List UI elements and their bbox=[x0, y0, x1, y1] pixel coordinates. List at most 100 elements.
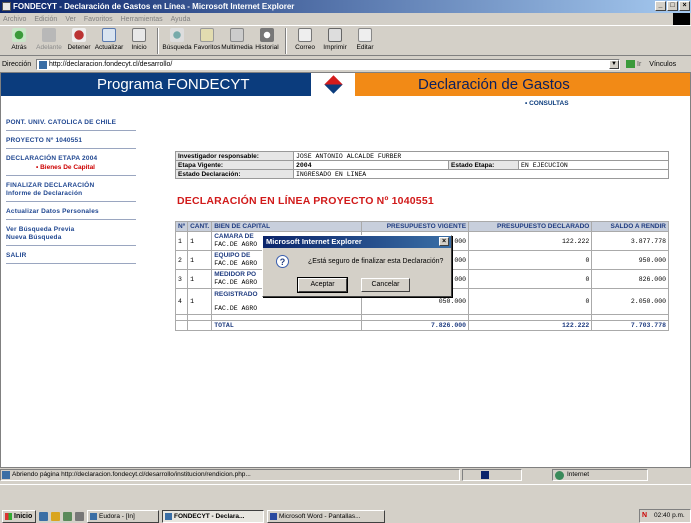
sidebar-item-busqueda-previa[interactable]: Ver Búsqueda Previa bbox=[6, 226, 136, 234]
menu-archivo[interactable]: Archivo bbox=[3, 16, 26, 23]
title-bar: FONDECYT - Declaración de Gastos en Líne… bbox=[0, 0, 691, 13]
sidebar-institution: PONT. UNIV. CATOLICA DE CHILE bbox=[6, 117, 136, 131]
media-button[interactable]: Multimedia bbox=[221, 26, 253, 51]
favorites-icon bbox=[200, 28, 214, 42]
quicklaunch-desktop-icon[interactable] bbox=[63, 511, 72, 521]
sidebar-item-proyecto[interactable]: PROYECTO Nº 1040551 bbox=[6, 135, 136, 149]
sidebar-item-busqueda[interactable]: Ver Búsqueda Previa Nueva Búsqueda bbox=[6, 224, 136, 246]
accept-button[interactable]: Aceptar bbox=[297, 277, 348, 293]
stop-button[interactable]: Detener bbox=[64, 26, 94, 51]
home-icon bbox=[132, 28, 146, 42]
menu-favoritos[interactable]: Favoritos bbox=[84, 16, 113, 23]
clock: 02:40 p.m. bbox=[654, 512, 685, 519]
go-button[interactable]: Ir bbox=[626, 60, 641, 68]
conicyt-logo bbox=[311, 73, 355, 96]
menu-ver[interactable]: Ver bbox=[65, 16, 76, 23]
print-icon bbox=[328, 28, 342, 42]
close-button[interactable]: × bbox=[679, 1, 690, 11]
consultas-link[interactable]: • CONSULTAS bbox=[525, 100, 569, 107]
menu-ayuda[interactable]: Ayuda bbox=[171, 16, 191, 23]
maximize-button[interactable]: □ bbox=[667, 1, 678, 11]
declaration-title: DECLARACIÓN EN LÍNEA PROYECTO Nº 1040551 bbox=[177, 195, 434, 207]
windows-logo-icon bbox=[673, 13, 690, 25]
refresh-button[interactable]: Actualizar bbox=[94, 26, 124, 51]
dialog-title-bar: Microsoft Internet Explorer × bbox=[263, 236, 451, 248]
mail-button[interactable]: Correo bbox=[290, 26, 320, 51]
sidebar-item-salir[interactable]: SALIR bbox=[6, 250, 136, 264]
go-arrow-icon bbox=[626, 60, 635, 68]
edit-icon bbox=[358, 28, 372, 42]
total-saldo: 7.703.778 bbox=[591, 320, 669, 331]
etapa-label: Etapa Vigente: bbox=[175, 160, 294, 170]
quicklaunch-media-icon[interactable] bbox=[75, 511, 84, 521]
word-icon bbox=[270, 512, 277, 520]
address-input[interactable]: http://declaracion.fondecyt.cl/desarroll… bbox=[36, 58, 620, 70]
sidebar-item-etapa[interactable]: DECLARACIÓN ETAPA 2004 • Bienes De Capit… bbox=[6, 153, 136, 176]
dialog-close-button[interactable]: × bbox=[439, 237, 449, 246]
taskbar: Inicio Eudora - [In] FONDECYT - Declara.… bbox=[0, 484, 691, 523]
menu-herramientas[interactable]: Herramientas bbox=[121, 16, 163, 23]
sidebar-item-nueva-busqueda[interactable]: Nueva Búsqueda bbox=[6, 234, 136, 242]
sidebar-item-finalizar[interactable]: FINALIZAR DECLARACIÓN Informe de Declara… bbox=[6, 180, 136, 202]
eudora-icon bbox=[90, 512, 97, 520]
col-header-saldo: SALDO A RENDIR bbox=[591, 221, 669, 232]
sidebar-item-actualizar[interactable]: Actualizar Datos Personales bbox=[6, 206, 136, 220]
total-vigente: 7.826.000 bbox=[361, 320, 470, 331]
address-label: Dirección bbox=[2, 60, 32, 68]
favorites-button[interactable]: Favoritos bbox=[192, 26, 222, 51]
estado-etapa-value: EN EJECUCION bbox=[518, 160, 669, 170]
search-icon bbox=[170, 28, 184, 42]
table-total-row: TOTAL 7.826.000 122.222 7.703.778 bbox=[174, 320, 669, 331]
menu-bar: Archivo Edición Ver Favoritos Herramient… bbox=[0, 13, 691, 25]
minimize-button[interactable]: _ bbox=[655, 1, 666, 11]
project-info-table: Investigador responsable: JOSE ANTONIO A… bbox=[175, 151, 669, 179]
estado-declaracion-value: INGRESADO EN LINEA bbox=[293, 169, 669, 179]
col-header-declarado: PRESUPUESTO DECLARADO bbox=[468, 221, 593, 232]
status-bar: Abriendo página http://declaracion.fonde… bbox=[0, 468, 691, 482]
dialog-message: ¿Está seguro de finalizar esta Declaraci… bbox=[308, 258, 444, 265]
sidebar-item-bienes-capital[interactable]: • Bienes De Capital bbox=[6, 163, 136, 172]
question-icon: ? bbox=[276, 255, 289, 268]
task-word[interactable]: Microsoft Word - Pantallas... bbox=[267, 509, 385, 523]
banner-section-title: Declaración de Gastos bbox=[355, 73, 690, 96]
language-indicator-icon[interactable]: N bbox=[642, 510, 647, 522]
history-icon bbox=[260, 28, 274, 42]
refresh-icon bbox=[102, 28, 116, 42]
col-header-n: Nº bbox=[174, 221, 189, 232]
sidebar-institution-label: PONT. UNIV. CATOLICA DE CHILE bbox=[6, 119, 117, 126]
security-zone: Internet bbox=[552, 469, 648, 481]
address-dropdown-button[interactable]: ▼ bbox=[609, 59, 619, 69]
print-button[interactable]: Imprimir bbox=[320, 26, 350, 51]
loading-page-icon bbox=[2, 471, 10, 479]
media-icon bbox=[230, 28, 244, 42]
window-title: FONDECYT - Declaración de Gastos en Líne… bbox=[13, 2, 295, 11]
home-button[interactable]: Inicio bbox=[124, 26, 154, 51]
forward-button[interactable]: Adelante bbox=[34, 26, 64, 51]
confirm-dialog: Microsoft Internet Explorer × ? ¿Está se… bbox=[262, 235, 452, 297]
quicklaunch-outlook-icon[interactable] bbox=[51, 511, 60, 521]
estado-declaracion-label: Estado Declaración: bbox=[175, 169, 294, 179]
cancel-button[interactable]: Cancelar bbox=[361, 278, 410, 292]
task-eudora[interactable]: Eudora - [In] bbox=[87, 509, 159, 523]
start-button[interactable]: Inicio bbox=[2, 509, 36, 523]
address-bar: Dirección http://declaracion.fondecyt.cl… bbox=[0, 57, 691, 71]
stop-icon bbox=[72, 28, 86, 42]
links-button[interactable]: Vínculos bbox=[649, 61, 676, 68]
logo-diamond-icon bbox=[323, 75, 343, 94]
back-button[interactable]: Atrás bbox=[4, 26, 34, 51]
search-button[interactable]: Búsqueda bbox=[162, 26, 192, 51]
total-declarado: 122.222 bbox=[468, 320, 593, 331]
investigador-label: Investigador responsable: bbox=[175, 151, 294, 161]
page-icon bbox=[39, 60, 47, 69]
col-header-vigente: PRESUPUESTO VIGENTE bbox=[361, 221, 470, 232]
forward-icon bbox=[42, 28, 56, 42]
menu-edicion[interactable]: Edición bbox=[34, 16, 57, 23]
task-fondecyt[interactable]: FONDECYT - Declara... bbox=[162, 509, 264, 523]
quicklaunch-ie-icon[interactable] bbox=[39, 511, 48, 521]
banner-program-title: Programa FONDECYT bbox=[1, 73, 311, 96]
history-button[interactable]: Historial bbox=[252, 26, 282, 51]
toolbar: Atrás Adelante Detener Actualizar Inicio… bbox=[0, 25, 691, 56]
internet-globe-icon bbox=[555, 471, 564, 480]
mail-icon bbox=[298, 28, 312, 42]
edit-button[interactable]: Editar bbox=[350, 26, 380, 51]
